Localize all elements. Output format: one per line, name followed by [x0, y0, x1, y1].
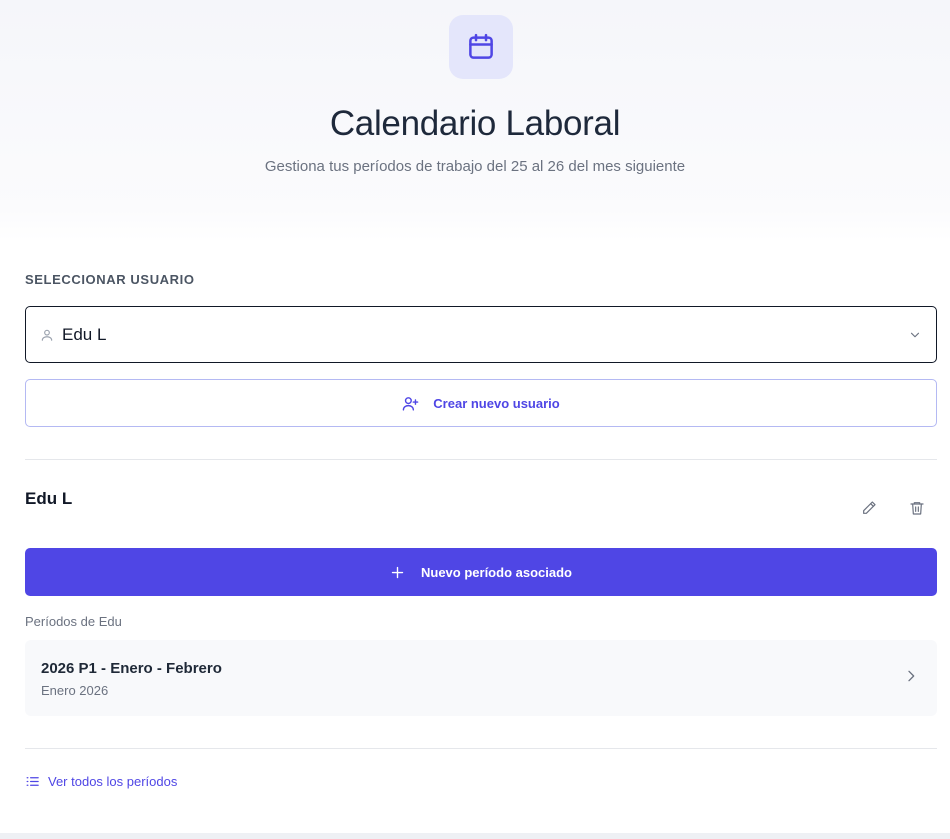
user-select[interactable]: Edu L [25, 306, 937, 363]
user-icon [41, 329, 53, 341]
create-user-label: Crear nuevo usuario [433, 395, 560, 411]
period-subtitle: Enero 2026 [41, 683, 109, 698]
edit-user-button[interactable] [856, 495, 882, 521]
header: Calendario Laboral Gestiona tus períodos… [0, 0, 950, 240]
plus-icon [391, 566, 404, 578]
bottom-strip [0, 833, 950, 839]
create-user-button[interactable]: Crear nuevo usuario [25, 379, 937, 427]
calendar-icon [469, 33, 493, 59]
new-period-label: Nuevo período asociado [421, 564, 572, 580]
periods-label: Períodos de Edu [25, 614, 122, 629]
view-all-periods-link[interactable]: Ver todos los períodos [25, 774, 177, 789]
page: Calendario Laboral Gestiona tus períodos… [0, 0, 950, 839]
page-title: Calendario Laboral [329, 104, 621, 143]
list-icon [26, 777, 39, 786]
select-user-label: SELECCIONAR USUARIO [25, 272, 195, 287]
chevron-down-icon [910, 332, 920, 337]
new-period-button[interactable]: Nuevo período asociado [25, 548, 937, 596]
delete-user-button[interactable] [904, 495, 930, 521]
divider [25, 459, 937, 460]
trash-icon [910, 502, 924, 515]
view-all-label: Ver todos los períodos [48, 774, 178, 789]
chevron-right-icon [908, 670, 915, 682]
period-card[interactable]: 2026 P1 - Enero - Febrero Enero 2026 [25, 640, 937, 716]
period-title: 2026 P1 - Enero - Febrero [41, 660, 222, 677]
pencil-icon [863, 501, 876, 514]
divider [25, 748, 937, 749]
user-select-value: Edu L [62, 324, 107, 344]
user-name: Edu L [25, 489, 73, 508]
user-plus-icon [402, 396, 419, 411]
page-subtitle: Gestiona tus períodos de trabajo del 25 … [264, 158, 686, 175]
logo-tile [449, 15, 513, 79]
